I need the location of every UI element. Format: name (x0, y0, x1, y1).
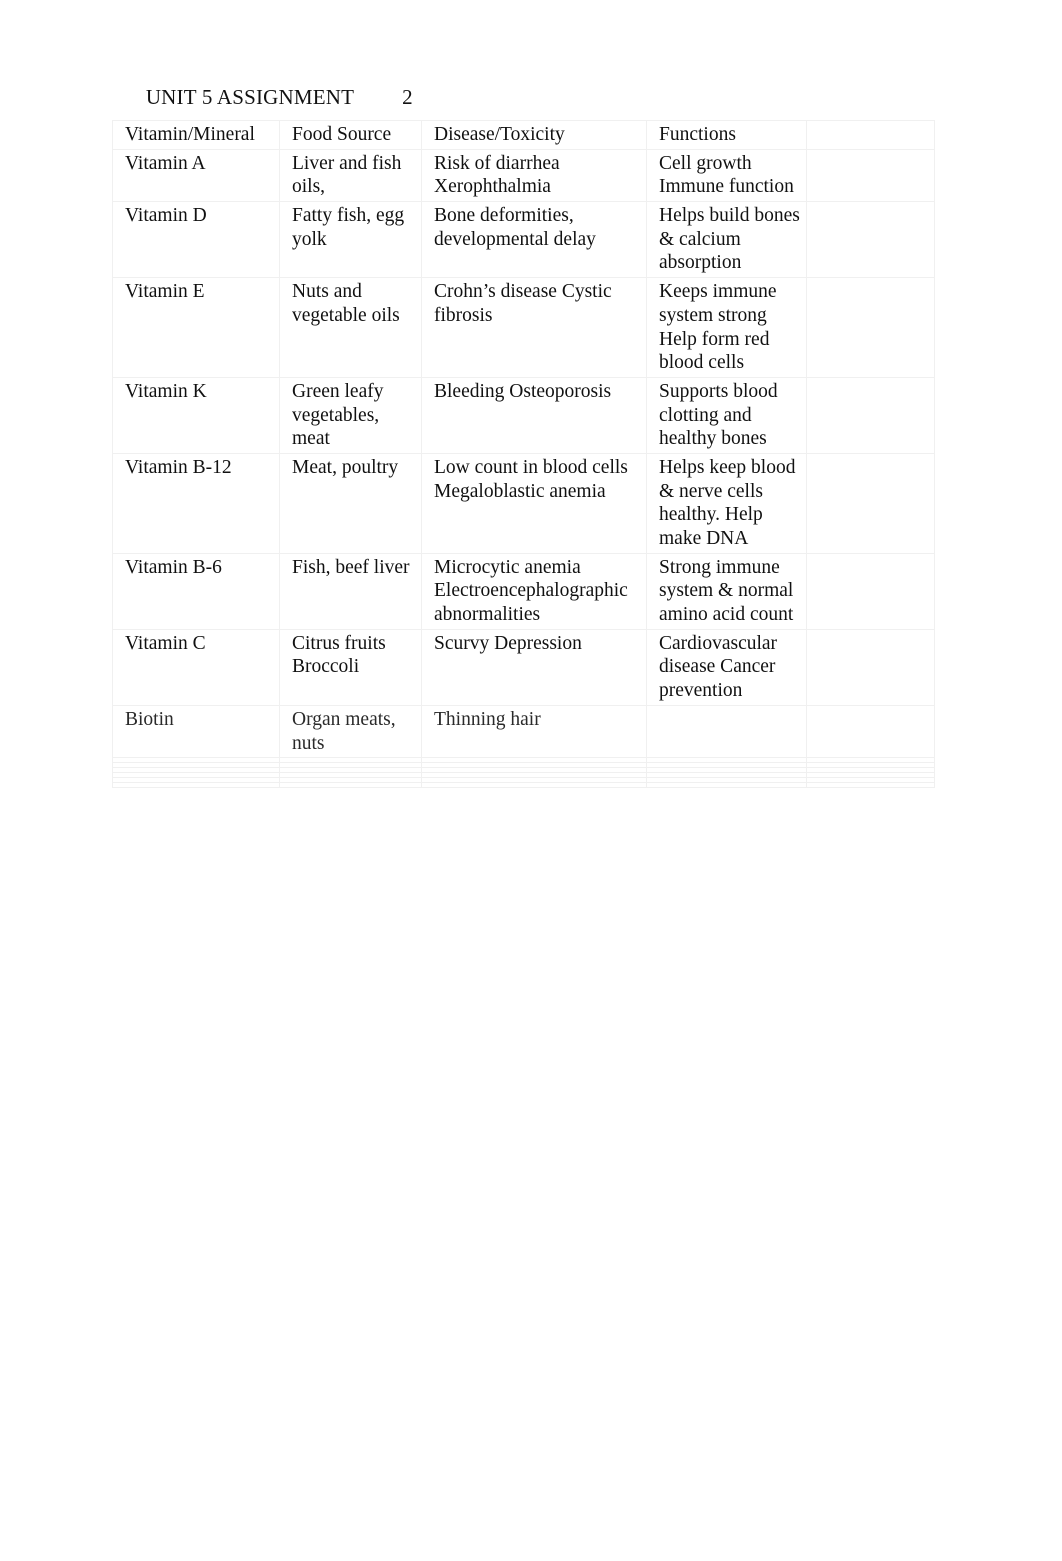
cell-extra (806, 782, 935, 789)
cell-vitamin: Vitamin E (112, 277, 280, 378)
vitamin-mineral-table: Vitamin/Mineral Food Source Disease/Toxi… (112, 120, 935, 789)
cell-functions: Helps keep blood & nerve cells healthy. … (646, 452, 807, 554)
cell-vitamin (112, 782, 280, 789)
column-header-vitamin-mineral: Vitamin/Mineral (112, 120, 280, 150)
cell-functions: Supports blood clotting and healthy bone… (646, 376, 807, 454)
cell-food-source: Fatty fish, egg yolk (279, 201, 422, 279)
cell-extra (806, 628, 935, 706)
table-body: Vitamin/Mineral Food Source Disease/Toxi… (112, 120, 935, 789)
table-header-row: Vitamin/Mineral Food Source Disease/Toxi… (112, 120, 935, 150)
cell-vitamin: Vitamin C (112, 628, 280, 706)
column-header-disease-toxicity: Disease/Toxicity (421, 120, 647, 150)
cell-disease: Thinning hair (421, 704, 647, 759)
cell-food-source: Liver and fish oils, (279, 148, 422, 203)
table-row: Biotin Organ meats, nuts Thinning hair (112, 704, 935, 759)
cell-extra (806, 201, 935, 279)
cell-disease: Low count in blood cells Megaloblastic a… (421, 452, 647, 554)
header-title: UNIT 5 ASSIGNMENT (145, 85, 355, 109)
column-header-functions: Functions (646, 120, 807, 150)
cell-vitamin: Vitamin B-12 (112, 452, 280, 554)
cell-extra (806, 552, 935, 630)
cell-functions: Cardiovascular disease Cancer prevention (646, 628, 807, 706)
cell-extra (806, 148, 935, 203)
cell-functions (646, 704, 807, 759)
cell-functions: Cell growth Immune function (646, 148, 807, 203)
cell-extra (806, 452, 935, 554)
table-row (112, 782, 935, 789)
table-row: Vitamin D Fatty fish, egg yolk Bone defo… (112, 201, 935, 279)
column-header-extra (806, 120, 935, 150)
page-fade-overlay (112, 790, 936, 1260)
cell-vitamin: Vitamin A (112, 148, 280, 203)
cell-food-source: Fish, beef liver (279, 552, 422, 630)
cell-vitamin: Vitamin K (112, 376, 280, 454)
cell-functions: Strong immune system & normal amino acid… (646, 552, 807, 630)
cell-food-source: Meat, poultry (279, 452, 422, 554)
cell-disease: Crohn’s disease Cystic fibrosis (421, 277, 647, 378)
cell-functions (646, 782, 807, 789)
column-header-food-source: Food Source (279, 120, 422, 150)
table-row: Vitamin C Citrus fruits Broccoli Scurvy … (112, 628, 935, 706)
table-row: Vitamin B-12 Meat, poultry Low count in … (112, 452, 935, 554)
table-row: Vitamin A Liver and fish oils, Risk of d… (112, 148, 935, 203)
cell-extra (806, 704, 935, 759)
cell-extra (806, 277, 935, 378)
cell-vitamin: Vitamin D (112, 201, 280, 279)
cell-disease: Bleeding Osteoporosis (421, 376, 647, 454)
cell-disease: Risk of diarrhea Xerophthalmia (421, 148, 647, 203)
header-page-number: 2 (402, 85, 413, 109)
cell-functions: Helps build bones & calcium absorption (646, 201, 807, 279)
cell-food-source: Citrus fruits Broccoli (279, 628, 422, 706)
table-row: Vitamin K Green leafy vegetables, meat B… (112, 376, 935, 454)
document-page: UNIT 5 ASSIGNMENT 2 Vitamin/Mineral Food … (0, 0, 1062, 1561)
cell-vitamin: Vitamin B-6 (112, 552, 280, 630)
cell-food-source (279, 782, 422, 789)
table-row: Vitamin B-6 Fish, beef liver Microcytic … (112, 552, 935, 630)
cell-food-source: Organ meats, nuts (279, 704, 422, 759)
cell-disease (421, 782, 647, 789)
cell-disease: Scurvy Depression (421, 628, 647, 706)
table-row: Vitamin E Nuts and vegetable oils Crohn’… (112, 277, 935, 378)
cell-extra (806, 376, 935, 454)
cell-food-source: Nuts and vegetable oils (279, 277, 422, 378)
cell-functions: Keeps immune system strong Help form red… (646, 277, 807, 378)
cell-vitamin: Biotin (112, 704, 280, 759)
cell-disease: Microcytic anemia Electroencephalographi… (421, 552, 647, 630)
cell-food-source: Green leafy vegetables, meat (279, 376, 422, 454)
cell-disease: Bone deformities, developmental delay (421, 201, 647, 279)
